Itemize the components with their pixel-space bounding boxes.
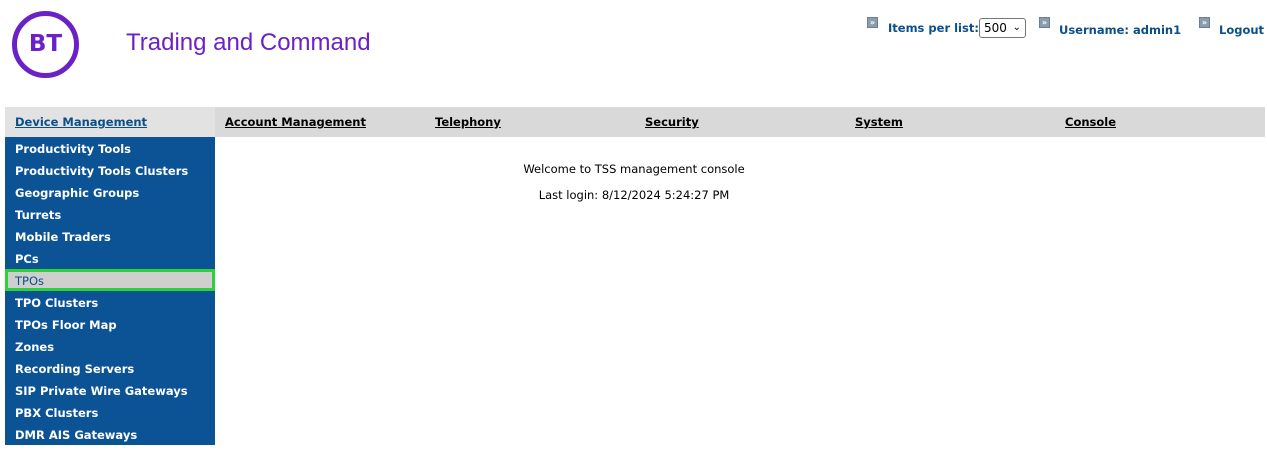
items-per-list-label: Items per list:: [888, 21, 979, 35]
tab-device-management[interactable]: Device Management: [5, 107, 215, 137]
items-per-list-select[interactable]: 500 ⌄: [979, 18, 1026, 38]
sidebar-item-zones[interactable]: Zones: [5, 335, 215, 357]
sidebar-item-productivity-tools-clusters[interactable]: Productivity Tools Clusters: [5, 159, 215, 181]
sidebar-item-tpos-floor-map[interactable]: TPOs Floor Map: [5, 313, 215, 335]
app-title: Trading and Command: [126, 29, 371, 56]
sidebar: Productivity Tools Productivity Tools Cl…: [5, 137, 215, 445]
sidebar-item-tpos[interactable]: TPOs: [5, 269, 215, 291]
sidebar-item-recording-servers[interactable]: Recording Servers: [5, 357, 215, 379]
sidebar-item-tpo-clusters[interactable]: TPO Clusters: [5, 291, 215, 313]
sidebar-item-geographic-groups[interactable]: Geographic Groups: [5, 181, 215, 203]
sidebar-item-dmr-ais-gateways[interactable]: DMR AIS Gateways: [5, 423, 215, 445]
tab-account-management[interactable]: Account Management: [215, 107, 425, 137]
tab-security[interactable]: Security: [635, 107, 845, 137]
tab-system[interactable]: System: [845, 107, 1055, 137]
tab-console[interactable]: Console: [1055, 107, 1265, 137]
sidebar-item-pcs[interactable]: PCs: [5, 247, 215, 269]
logout-link[interactable]: Logout: [1219, 23, 1264, 37]
chevron-down-icon: ⌄: [1012, 22, 1021, 33]
last-login-text: Last login: 8/12/2024 5:24:27 PM: [538, 188, 730, 202]
username-link[interactable]: Username: admin1: [1059, 23, 1181, 37]
items-per-list-value: 500: [984, 21, 1007, 35]
sidebar-item-mobile-traders[interactable]: Mobile Traders: [5, 225, 215, 247]
main-nav: Device Management Account Management Tel…: [5, 107, 1265, 137]
tab-telephony[interactable]: Telephony: [425, 107, 635, 137]
sidebar-item-productivity-tools[interactable]: Productivity Tools: [5, 137, 215, 159]
sidebar-item-turrets[interactable]: Turrets: [5, 203, 215, 225]
sidebar-item-sip-private-wire-gateways[interactable]: SIP Private Wire Gateways: [5, 379, 215, 401]
double-chevron-right-icon: »: [1039, 17, 1050, 28]
logo-text: BT: [28, 30, 63, 57]
bt-logo: BT: [12, 11, 79, 78]
sidebar-item-pbx-clusters[interactable]: PBX Clusters: [5, 401, 215, 423]
double-chevron-right-icon: »: [867, 17, 878, 28]
welcome-message: Welcome to TSS management console: [523, 162, 745, 176]
double-chevron-right-icon: »: [1199, 17, 1210, 28]
